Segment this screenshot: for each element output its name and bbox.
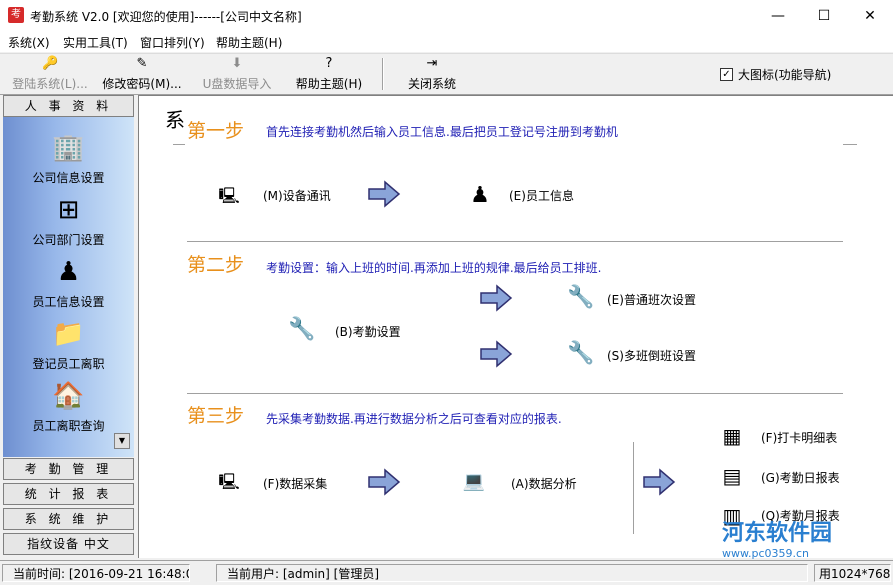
key-icon: 🔑 <box>42 56 59 71</box>
status-bar: 当前时间: [2016-09-21 16:48:09] 当前用户: [admin… <box>0 560 893 585</box>
sidebar-group-attendance[interactable]: 考 勤 管 理 <box>3 458 134 480</box>
menu-help[interactable]: 帮助主题(H) <box>216 34 282 51</box>
data-collect-link[interactable]: (F)数据采集 <box>263 475 327 492</box>
org-chart-icon: ⊞ <box>57 195 80 225</box>
big-icon-checkbox[interactable]: ✓ <box>720 68 733 81</box>
divider <box>633 442 634 534</box>
title-bar: 考 考勤系统 V2.0 [欢迎您的使用]------[公司中文名称] — ☐ ✕ <box>0 0 893 33</box>
help-cursor-icon: ? <box>325 56 333 71</box>
sidebar-item-label: 公司部门设置 <box>32 233 105 247</box>
step1-title: 第一步 <box>187 120 245 142</box>
sidebar-item-label: 公司信息设置 <box>32 171 105 185</box>
data-analysis-link[interactable]: (A)数据分析 <box>511 475 577 492</box>
sidebar-panel: 🏢 公司信息设置 ⊞ 公司部门设置 ♟ 员工信息设置 📁 登记员工离职 🏠 员工… <box>3 117 134 457</box>
sidebar-item-employee[interactable]: ♟ 员工信息设置 <box>3 255 134 310</box>
normal-shift-link[interactable]: (E)普通班次设置 <box>607 291 696 308</box>
help-button-label: 帮助主题(H) <box>295 77 363 91</box>
folder-lightning-icon: 📁 <box>52 319 85 349</box>
change-password-button[interactable]: ✎ 修改密码(M)... <box>100 56 184 92</box>
big-icon-label: 大图标(功能导航) <box>738 68 832 82</box>
sidebar-scroll-down-button[interactable]: ▼ <box>114 433 130 449</box>
network-computers-icon[interactable]: 🖳 <box>214 466 244 498</box>
sidebar-item-label: 员工离职查询 <box>32 419 105 433</box>
watermark: 河东软件园 www.pc0359.cn <box>722 515 832 560</box>
menu-window[interactable]: 窗口排列(Y) <box>140 34 205 51</box>
maximize-button[interactable]: ☐ <box>801 0 847 32</box>
step3-title: 第三步 <box>187 405 245 427</box>
main-panel: 系 第一步 首先连接考勤机然后输入员工信息.最后把员工登记号注册到考勤机 🖳 (… <box>138 95 893 558</box>
usb-import-label: U盘数据导入 <box>202 77 272 91</box>
close-system-label: 关闭系统 <box>407 77 456 91</box>
toolbar: 🔑 登陆系统(L)... ✎ 修改密码(M)... ⬇ U盘数据导入 ? 帮助主… <box>0 53 893 95</box>
arrow-right-icon <box>480 340 513 368</box>
status-time: 当前时间: [2016-09-21 16:48:09] <box>2 564 190 582</box>
edit-icon: ✎ <box>136 56 148 71</box>
step3-desc: 先采集考勤数据.再进行数据分析之后可查看对应的报表. <box>266 412 562 426</box>
chart-table-icon[interactable]: ▤ <box>717 460 747 492</box>
step2-title: 第二步 <box>187 254 245 276</box>
sidebar-item-label: 员工信息设置 <box>32 295 105 309</box>
house-icon: 🏠 <box>52 381 85 411</box>
menu-bar: 系统(X) 实用工具(T) 窗口排列(Y) 帮助主题(H) <box>0 32 893 52</box>
window-title: 考勤系统 V2.0 [欢迎您的使用]------[公司中文名称] <box>30 10 302 24</box>
building-icon: 🏢 <box>52 133 85 163</box>
person-icon[interactable]: ♟ <box>465 180 495 212</box>
arrow-right-icon <box>368 468 401 496</box>
sidebar-group-maintenance[interactable]: 系 统 维 护 <box>3 508 134 530</box>
usb-import-button[interactable]: ⬇ U盘数据导入 <box>198 56 276 92</box>
step2-desc: 考勤设置：输入上班的时间.再添加上班的规律.最后给员工排班. <box>266 261 602 275</box>
wrench-icon[interactable]: 🔧 <box>566 338 596 370</box>
sidebar-item-resign[interactable]: 📁 登记员工离职 <box>3 317 134 372</box>
corner-char: 系 <box>165 108 185 132</box>
device-comm-link[interactable]: (M)设备通讯 <box>263 187 331 204</box>
network-computers-icon[interactable]: 🖳 <box>214 180 244 212</box>
arrow-right-icon <box>643 468 676 496</box>
multi-shift-link[interactable]: (S)多班倒班设置 <box>607 347 696 364</box>
app-logo-icon: 考 <box>8 7 24 23</box>
divider <box>843 144 857 146</box>
grid-table-icon[interactable]: ▦ <box>717 420 747 452</box>
person-icon: ♟ <box>56 257 81 287</box>
divider <box>187 241 843 243</box>
menu-tools[interactable]: 实用工具(T) <box>63 34 128 51</box>
help-button[interactable]: ? 帮助主题(H) <box>294 56 364 92</box>
sidebar: 人 事 资 料 🏢 公司信息设置 ⊞ 公司部门设置 ♟ 员工信息设置 📁 登记员… <box>3 95 134 557</box>
wrench-icon[interactable]: 🔧 <box>287 314 317 346</box>
exit-door-icon: ⇥ <box>426 56 438 71</box>
status-resolution: 用1024*768 <box>814 564 891 582</box>
wrench-icon[interactable]: 🔧 <box>566 282 596 314</box>
sidebar-item-label: 登记员工离职 <box>32 357 105 371</box>
sidebar-item-resign-query[interactable]: 🏠 员工离职查询 <box>3 379 134 434</box>
login-button-label: 登陆系统(L)... <box>12 77 88 91</box>
sidebar-item-department[interactable]: ⊞ 公司部门设置 <box>3 193 134 248</box>
watermark-text: 河东软件园 <box>722 521 833 546</box>
analysis-computer-icon[interactable]: 💻 <box>459 466 489 498</box>
arrow-right-icon <box>368 180 401 208</box>
divider <box>173 144 185 146</box>
status-user: 当前用户: [admin] [管理员] <box>216 564 808 582</box>
sidebar-item-company[interactable]: 🏢 公司信息设置 <box>3 131 134 186</box>
close-button[interactable]: ✕ <box>847 0 893 32</box>
change-password-label: 修改密码(M)... <box>102 77 182 91</box>
punch-detail-link[interactable]: (F)打卡明细表 <box>761 429 837 446</box>
toolbar-separator <box>382 58 384 90</box>
divider <box>187 393 843 395</box>
menu-system[interactable]: 系统(X) <box>8 34 50 51</box>
sidebar-group-hr[interactable]: 人 事 资 料 <box>3 95 134 117</box>
sidebar-group-reports[interactable]: 统 计 报 表 <box>3 483 134 505</box>
employee-info-link[interactable]: (E)员工信息 <box>509 187 574 204</box>
arrow-right-icon <box>480 284 513 312</box>
login-button[interactable]: 🔑 登陆系统(L)... <box>10 56 90 92</box>
attendance-settings-link[interactable]: (B)考勤设置 <box>335 323 401 340</box>
close-system-button[interactable]: ⇥ 关闭系统 <box>404 56 460 92</box>
step1-desc: 首先连接考勤机然后输入员工信息.最后把员工登记号注册到考勤机 <box>266 125 618 139</box>
minimize-button[interactable]: — <box>755 0 801 32</box>
daily-report-link[interactable]: (G)考勤日报表 <box>761 469 840 486</box>
watermark-url: www.pc0359.cn <box>722 547 810 560</box>
sidebar-group-fingerprint[interactable]: 指纹设备 中文 <box>3 533 134 555</box>
down-arrow-icon: ⬇ <box>231 56 243 71</box>
